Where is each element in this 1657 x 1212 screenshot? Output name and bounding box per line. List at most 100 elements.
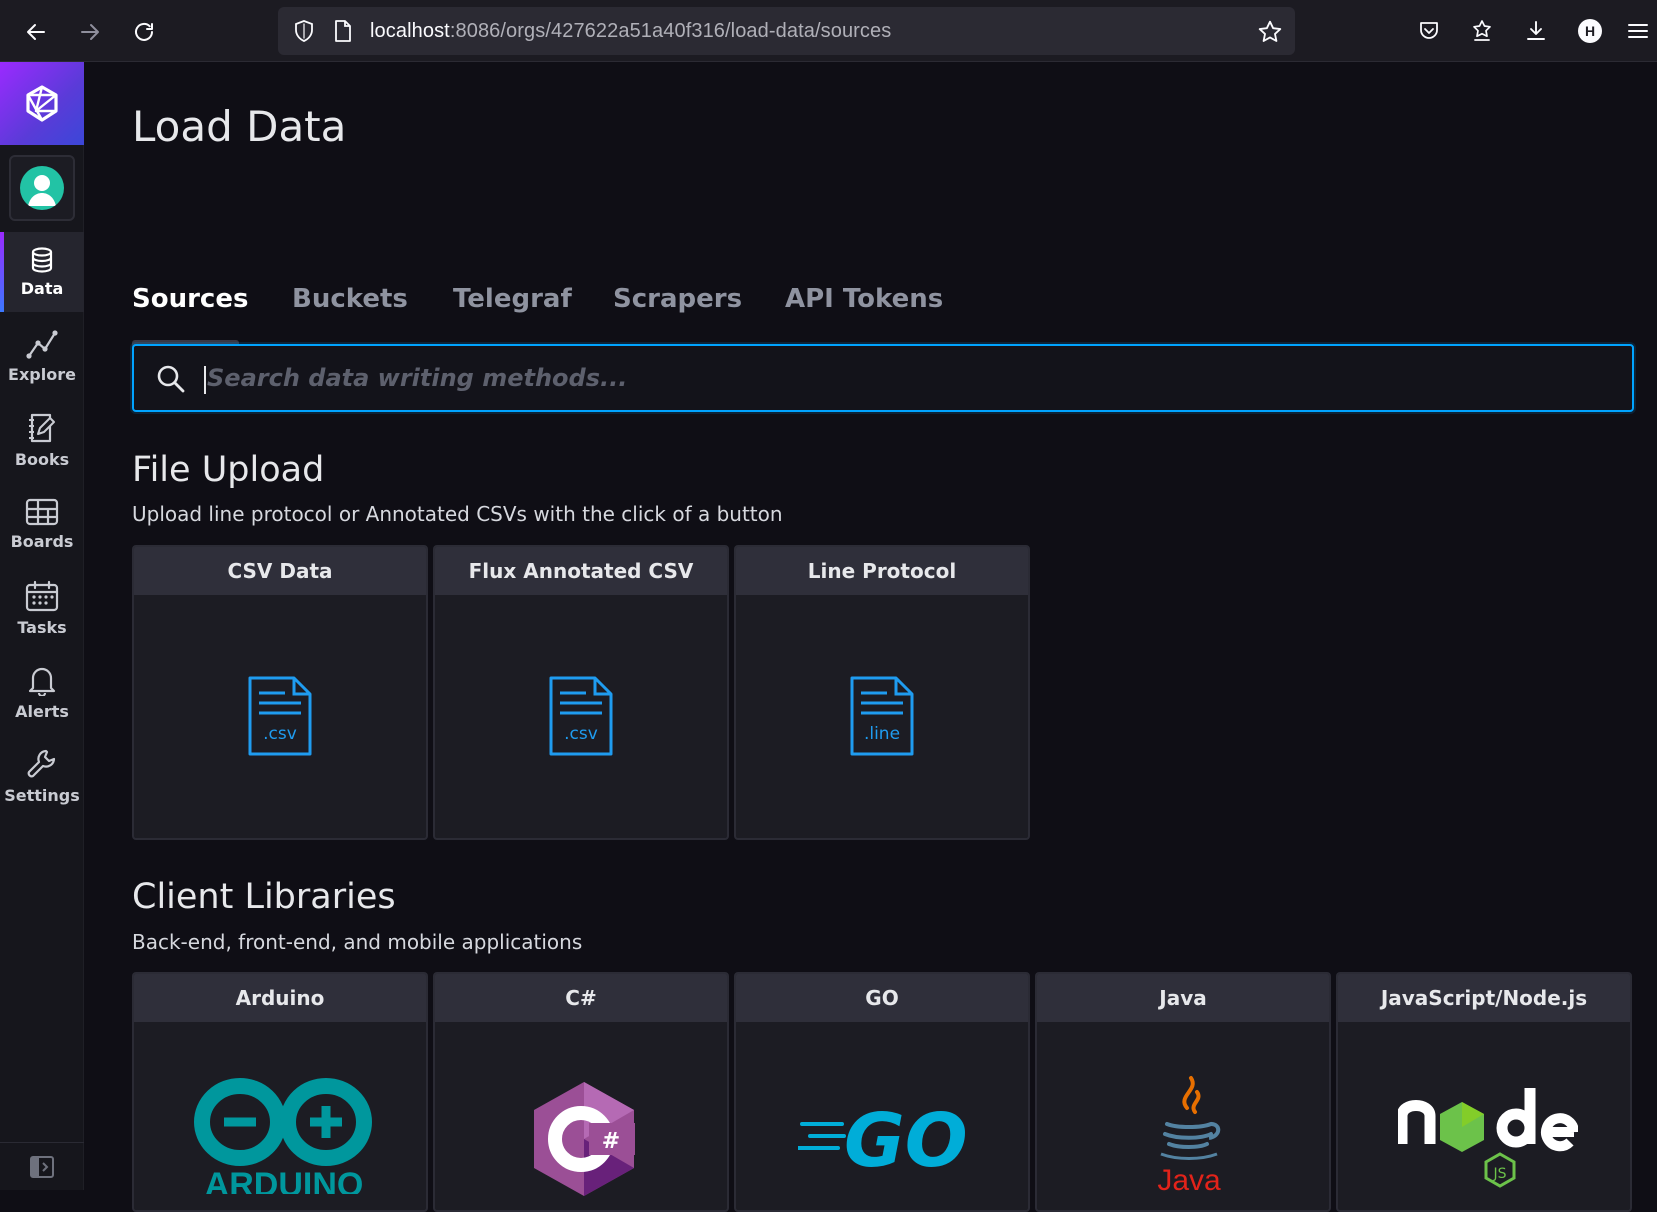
card-title: GO [736, 974, 1028, 1022]
search-input[interactable]: Search data writing methods... [132, 344, 1634, 412]
influxdb-logo[interactable] [0, 62, 84, 145]
sidebar-item-boards[interactable]: Boards [0, 484, 84, 564]
sidebar-item-label: Tasks [17, 617, 67, 637]
card-line-protocol[interactable]: Line Protocol .line [734, 545, 1030, 840]
card-javascript-nodejs[interactable]: JavaScript/Node.js JS [1336, 972, 1632, 1212]
sidebar-item-label: Boards [10, 531, 74, 551]
sidebar-item-explore[interactable]: Explore [0, 316, 84, 396]
java-logo-text: Java [1157, 1164, 1221, 1197]
card-body: ARDUINO [138, 1022, 422, 1210]
sidebar-item-label: Explore [8, 364, 76, 384]
bookmark-star-icon[interactable] [1257, 19, 1283, 45]
go-logo-text: GO [844, 1098, 968, 1178]
csharp-logo: # [534, 1082, 635, 1196]
url-host: localhost [370, 20, 450, 42]
file-upload-subtitle: Upload line protocol or Annotated CSVs w… [132, 502, 783, 526]
forward-button[interactable] [72, 14, 108, 50]
tab-bar: Sources Buckets Telegraf Scrapers API To… [132, 222, 1634, 352]
card-body: # [439, 1022, 723, 1210]
sidebar-collapse-button[interactable] [0, 1142, 84, 1190]
arduino-logo: ARDUINO [194, 1078, 372, 1194]
collapse-panel-icon [30, 1155, 54, 1178]
arrow-left-icon [27, 24, 45, 40]
file-ext-label: .csv [564, 724, 598, 744]
bell-icon [28, 667, 56, 696]
card-title: Java [1037, 974, 1329, 1022]
card-title: JavaScript/Node.js [1338, 974, 1630, 1022]
page-icon[interactable] [332, 19, 354, 43]
svg-text:JS: JS [1492, 1166, 1506, 1182]
user-avatar [20, 166, 64, 210]
file-ext-label: .line [864, 724, 900, 744]
user-profile-button[interactable] [9, 155, 75, 221]
nodejs-logo: JS [1398, 1088, 1578, 1188]
card-title: Flux Annotated CSV [435, 547, 727, 595]
tab-sources[interactable]: Sources [132, 284, 248, 314]
client-libraries-title: Client Libraries [132, 877, 396, 917]
go-logo: GO [798, 1098, 968, 1178]
reload-button[interactable] [126, 14, 162, 50]
card-java[interactable]: Java Java [1035, 972, 1331, 1212]
shield-icon[interactable] [292, 19, 316, 43]
pocket-icon [1420, 22, 1438, 39]
hamburger-icon [1628, 24, 1648, 38]
account-button[interactable]: H [1573, 14, 1607, 48]
card-title: Arduino [134, 974, 426, 1022]
tab-telegraf[interactable]: Telegraf [453, 284, 572, 314]
tab-scrapers[interactable]: Scrapers [613, 284, 742, 314]
card-title: CSV Data [134, 547, 426, 595]
card-body: .line [740, 595, 1024, 836]
card-go[interactable]: GO GO [734, 972, 1030, 1212]
wrench-icon [27, 749, 56, 777]
sidebar-item-data[interactable]: Data [0, 232, 84, 312]
sidebar-item-label: Settings [4, 785, 80, 805]
arrow-right-icon [81, 24, 99, 40]
csv-file-icon: .csv [248, 676, 312, 755]
url-path: :8086/orgs/427622a51a40f316/load-data/so… [449, 20, 892, 42]
graph-icon [26, 329, 58, 359]
calendar-icon [25, 580, 59, 611]
page-title: Load Data [132, 102, 347, 151]
card-body: GO [740, 1022, 1024, 1210]
star-badge-icon [1473, 20, 1491, 41]
text-caret [204, 366, 206, 394]
card-arduino[interactable]: Arduino ARDUINO [132, 972, 428, 1212]
sidebar-item-alerts[interactable]: Alerts [0, 652, 84, 732]
card-csharp[interactable]: C# # [433, 972, 729, 1212]
card-csv-data[interactable]: CSV Data .csv [132, 545, 428, 840]
card-body: .csv [439, 595, 723, 836]
search-placeholder: Search data writing methods... [207, 364, 628, 392]
account-avatar: H [1578, 19, 1602, 43]
tab-api-tokens[interactable]: API Tokens [785, 284, 943, 314]
java-logo: Java [1157, 1076, 1221, 1197]
sidebar-item-label: Alerts [15, 701, 69, 721]
sidebar-item-books[interactable]: Books [0, 400, 84, 480]
card-title: C# [435, 974, 727, 1022]
dashboard-icon [25, 498, 59, 525]
svg-text:#: # [602, 1129, 620, 1154]
card-title: Line Protocol [736, 547, 1028, 595]
client-libraries-subtitle: Back-end, front-end, and mobile applicat… [132, 930, 583, 954]
menu-button[interactable] [1623, 14, 1653, 48]
sidebar: Data Explore Books Boards Tasks Alerts S… [0, 62, 84, 1190]
url-text[interactable]: localhost:8086/orgs/427622a51a40f316/loa… [370, 20, 891, 43]
address-bar[interactable]: localhost:8086/orgs/427622a51a40f316/loa… [278, 7, 1295, 55]
card-body: JS [1342, 1022, 1626, 1210]
sidebar-item-label: Books [14, 449, 70, 469]
reload-icon [135, 22, 153, 41]
extensions-button[interactable] [1465, 14, 1499, 48]
sidebar-item-settings[interactable]: Settings [0, 736, 84, 816]
main-content: Load Data Sources Buckets Telegraf Scrap… [84, 62, 1657, 1212]
sidebar-item-tasks[interactable]: Tasks [0, 568, 84, 648]
card-flux-annotated-csv[interactable]: Flux Annotated CSV .csv [433, 545, 729, 840]
cube-logo-icon [26, 84, 58, 122]
user-icon [28, 175, 56, 206]
back-button[interactable] [18, 14, 54, 50]
file-ext-label: .csv [263, 724, 297, 744]
tab-buckets[interactable]: Buckets [292, 284, 408, 314]
pocket-button[interactable] [1412, 14, 1446, 48]
downloads-button[interactable] [1519, 14, 1553, 48]
browser-toolbar: localhost:8086/orgs/427622a51a40f316/loa… [0, 0, 1657, 62]
file-upload-title: File Upload [132, 450, 325, 490]
download-icon [1527, 21, 1545, 40]
